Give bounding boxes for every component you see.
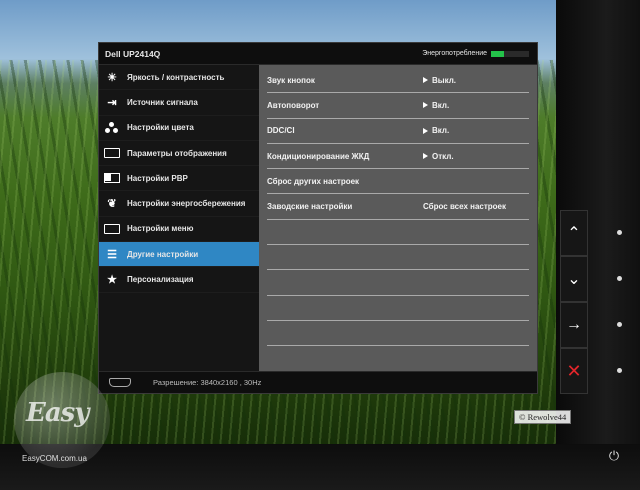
- empty-row: [267, 220, 529, 246]
- setting-value-text: Сброс всех настроек: [423, 202, 507, 212]
- empty-row: [267, 270, 529, 296]
- energy-label: Энергопотребление: [422, 50, 487, 57]
- osd-title: Dell UP2414Q: [105, 48, 161, 59]
- pbp-shape: [104, 173, 120, 184]
- menu-item-label: Настройки PBP: [127, 173, 188, 183]
- pbp-icon: [103, 171, 121, 185]
- setting-value: Вкл.: [417, 101, 529, 110]
- menu-item-label: Яркость / контрастность: [127, 72, 225, 82]
- logo-site-text: EasyCOM.com.ua: [22, 454, 87, 463]
- brightness-icon: ☀: [107, 71, 117, 84]
- osd-settings-panel: Звук кнопок Выкл. Автоповорот Вкл. DDC/CI Вкл…: [259, 65, 537, 371]
- osd-body: ☀ Яркость / контрастность ⇥ Источник сигнал…: [99, 65, 537, 371]
- empty-row: [267, 321, 529, 347]
- setting-row-2[interactable]: Автоповорот Вкл.: [267, 93, 529, 119]
- menu-item-label: Настройки цвета: [127, 123, 194, 133]
- menu-item-3[interactable]: Настройки цвета: [99, 116, 259, 141]
- hardware-button-2[interactable]: [617, 276, 622, 281]
- arrow-right-button[interactable]: →: [560, 302, 588, 348]
- hardware-button-1[interactable]: [617, 230, 622, 235]
- menu-item-7[interactable]: Настройки меню: [99, 217, 259, 243]
- menu-item-4[interactable]: Параметры отображения: [99, 141, 259, 167]
- setting-row-4[interactable]: Кондиционирование ЖКД Откл.: [267, 144, 529, 170]
- resolution-info: Разрешение: 3840x2160 , 30Hz: [153, 378, 261, 387]
- setting-row-6[interactable]: Заводские настройки Сброс всех настроек: [267, 194, 529, 220]
- menu-item-label: Настройки меню: [127, 224, 194, 234]
- empty-row: [267, 245, 529, 271]
- energy-meter: Энергопотребление: [422, 50, 529, 57]
- setting-value-text: Вкл.: [432, 126, 450, 136]
- menu-item-6[interactable]: ❦ Настройки энергосбережения: [99, 191, 259, 217]
- setting-label: Сброс других настроек: [267, 176, 360, 186]
- hardware-button-3[interactable]: [617, 322, 622, 327]
- setting-value-text: Вкл.: [432, 100, 450, 110]
- setting-label: Звук кнопок: [267, 75, 315, 85]
- menu-shape: [104, 223, 120, 234]
- energy-bar: [491, 50, 529, 57]
- osd-header: Dell UP2414Q Энергопотребление: [99, 43, 537, 65]
- setting-value: Сброс всех настроек: [417, 202, 529, 211]
- osd-menu: Dell UP2414Q Энергопотребление ☀ Яркость …: [98, 42, 538, 394]
- arrow-right-icon: →: [566, 316, 582, 333]
- power-icon[interactable]: ⏻: [606, 448, 622, 464]
- easycom-watermark-logo: Easy EasyCOM.com.ua: [4, 372, 122, 472]
- energy-leaf-icon: ❦: [107, 198, 117, 211]
- osd-footer: Разрешение: 3840x2160 , 30Hz: [99, 371, 537, 393]
- arrow-right-icon: [423, 127, 428, 134]
- osd-main-menu: ☀ Яркость / контрастность ⇥ Источник сигнал…: [99, 65, 259, 371]
- menu-item-2[interactable]: ⇥ Источник сигнала: [99, 90, 259, 116]
- setting-value: Откл.: [417, 152, 529, 161]
- menu-item-label: Параметры отображения: [127, 148, 227, 158]
- chevron-down-icon: ⌄: [567, 271, 581, 288]
- color-dots-icon: [103, 121, 121, 135]
- logo-brand-text: Easy: [26, 398, 89, 428]
- setting-row-1[interactable]: Звук кнопок Выкл.: [267, 68, 529, 94]
- arrow-right-icon: [423, 153, 428, 160]
- menu-item-8[interactable]: ☰ Другие настройки: [99, 242, 259, 268]
- setting-value-text: Выкл.: [432, 75, 457, 85]
- corner-watermark: © Rewolve44: [514, 410, 572, 424]
- setting-value-text: Откл.: [432, 151, 454, 161]
- rect-shape: [104, 148, 120, 159]
- menu-icon: [103, 222, 121, 236]
- arrow-right-icon: [423, 77, 428, 84]
- menu-item-5[interactable]: Настройки PBP: [99, 166, 259, 192]
- setting-label: Заводские настройки: [267, 202, 353, 212]
- setting-label: Автоповорот: [267, 100, 320, 110]
- menu-item-9[interactable]: ★ Персонализация: [99, 267, 259, 293]
- menu-item-label: Настройки энергосбережения: [127, 199, 246, 209]
- setting-row-3[interactable]: DDC/CI Вкл.: [267, 119, 529, 144]
- sliders-icon: ☰: [107, 248, 117, 261]
- setting-label: DDC/CI: [267, 126, 295, 136]
- resolution-value: 3840x2160 , 30Hz: [200, 378, 262, 387]
- setting-value: Вкл.: [417, 126, 529, 135]
- chevron-up-button[interactable]: ⌃: [560, 210, 588, 256]
- menu-item-label: Источник сигнала: [127, 97, 198, 107]
- close-button[interactable]: ✕: [560, 348, 588, 394]
- empty-row: [267, 296, 529, 321]
- hardware-buttons: [617, 230, 622, 414]
- setting-value: Выкл.: [417, 76, 529, 85]
- energy-bar-fill: [491, 50, 505, 57]
- menu-item-label: Другие настройки: [127, 249, 199, 259]
- color-dots: [105, 121, 119, 134]
- input-source-icon: ⇥: [107, 96, 117, 109]
- star-icon: ★: [107, 274, 117, 287]
- osd-nav-buttons: ⌃ ⌄ → ✕: [560, 210, 588, 394]
- setting-label: Кондиционирование ЖКД: [267, 151, 370, 161]
- menu-item-label: Персонализация: [127, 275, 194, 285]
- close-icon: ✕: [566, 360, 582, 381]
- resolution-label: Разрешение:: [153, 378, 199, 387]
- hardware-button-4[interactable]: [617, 368, 622, 373]
- setting-row-5[interactable]: Сброс других настроек: [267, 169, 529, 195]
- chevron-down-button[interactable]: ⌄: [560, 256, 588, 302]
- arrow-right-icon: [423, 102, 428, 109]
- menu-item-1[interactable]: ☀ Яркость / контрастность: [99, 65, 259, 91]
- chevron-up-icon: ⌃: [567, 225, 581, 242]
- display-rect-icon: [103, 146, 121, 160]
